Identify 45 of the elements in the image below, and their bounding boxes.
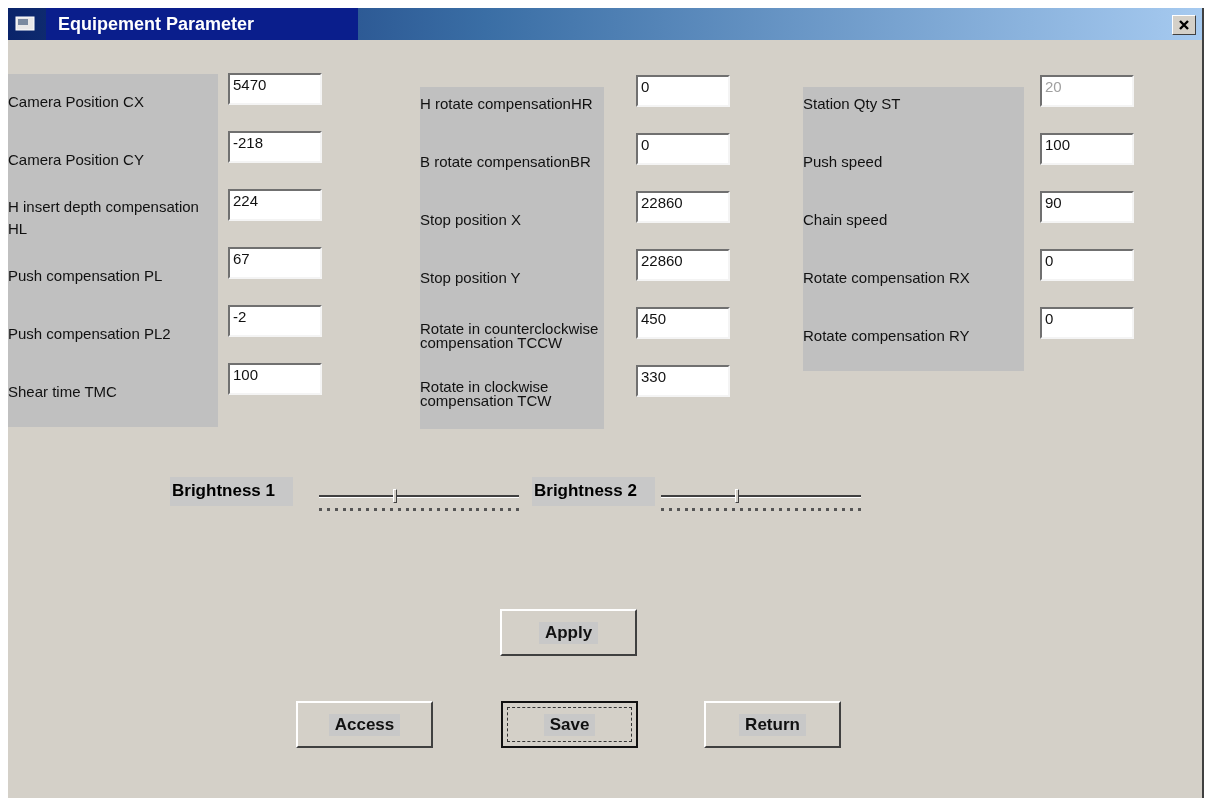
input-field[interactable]: 5470: [228, 73, 322, 105]
field-label: B rotate compensationBR: [420, 154, 591, 170]
field-label: Rotate compensation RY: [803, 325, 970, 346]
input-field[interactable]: 0: [1040, 307, 1134, 339]
input-field[interactable]: 90: [1040, 191, 1134, 223]
window-title: Equipement Parameter: [46, 8, 359, 40]
field-label: Rotate in counterclockwise compensation TCCW: [420, 321, 600, 351]
field-label: Push compensation PL2: [8, 323, 171, 344]
field-label: Station Qty ST: [803, 93, 901, 114]
input-field[interactable]: 450: [636, 307, 730, 339]
field-label: Stop position X: [420, 212, 521, 228]
field-label: Shear time TMC: [8, 381, 117, 402]
input-field[interactable]: 0: [636, 133, 730, 165]
input-field[interactable]: 330: [636, 365, 730, 397]
input-field[interactable]: 0: [636, 75, 730, 107]
input-field[interactable]: -218: [228, 131, 322, 163]
dialog-button[interactable]: Access: [296, 701, 433, 748]
field-label: Push speed: [803, 151, 883, 172]
slider-label: Brightness 2: [532, 477, 655, 506]
field-label: Rotate in clockwise compensation TCW: [420, 379, 553, 409]
field-label: H insert depth compensation HL: [8, 196, 200, 239]
slider-thumb[interactable]: [734, 489, 739, 503]
field-label: Rotate compensation RX: [803, 267, 970, 288]
input-field[interactable]: 22860: [636, 249, 730, 281]
input-field[interactable]: 0: [1040, 249, 1134, 281]
dialog-button[interactable]: Return: [704, 701, 841, 748]
input-field[interactable]: 67: [228, 247, 322, 279]
field-label: Push compensation PL: [8, 265, 163, 286]
input-field[interactable]: 224: [228, 189, 322, 221]
input-field[interactable]: -2: [228, 305, 322, 337]
input-field[interactable]: 100: [1040, 133, 1134, 165]
apply-button[interactable]: Apply: [500, 609, 637, 656]
slider-label: Brightness 1: [170, 477, 293, 506]
field-label: H rotate compensationHR: [420, 96, 593, 112]
field-label: Chain speed: [803, 209, 888, 230]
close-icon: [1178, 19, 1190, 31]
dialog-button[interactable]: Save: [501, 701, 638, 748]
input-field[interactable]: 22860: [636, 191, 730, 223]
field-label: Camera Position CX: [8, 91, 144, 112]
close-button[interactable]: [1172, 15, 1196, 35]
slider-thumb[interactable]: [393, 489, 397, 503]
field-label: Stop position Y: [420, 270, 521, 286]
window-icon: [14, 14, 38, 34]
input-field[interactable]: 100: [228, 363, 322, 395]
field-label: Camera Position CY: [8, 149, 144, 170]
